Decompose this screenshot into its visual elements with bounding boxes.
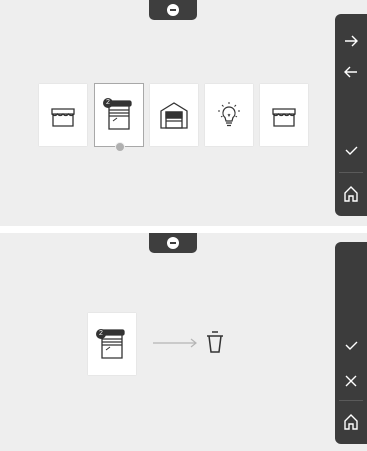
check-icon xyxy=(345,341,358,350)
arrow-left-icon xyxy=(344,66,357,78)
collapse-tab[interactable] xyxy=(149,0,197,20)
garage-door-icon xyxy=(160,102,188,129)
selection-indicator xyxy=(115,142,125,152)
delete-confirm-panel xyxy=(0,233,367,451)
device-group-badge: 2 xyxy=(103,98,113,108)
awning-icon xyxy=(272,108,296,127)
next-button[interactable] xyxy=(335,26,367,56)
confirm-button[interactable] xyxy=(335,135,367,165)
collapse-tab[interactable] xyxy=(149,233,197,253)
device-card-light[interactable] xyxy=(205,84,253,146)
home-icon xyxy=(344,186,358,202)
minus-icon xyxy=(167,4,179,16)
device-select-panel: 2 xyxy=(0,0,367,226)
device-card-awning[interactable] xyxy=(39,84,87,146)
light-bulb-icon xyxy=(218,102,240,127)
home-button[interactable] xyxy=(335,179,367,209)
sidebar-divider xyxy=(339,400,363,401)
awning-icon xyxy=(51,108,75,127)
check-icon xyxy=(345,146,358,155)
home-icon xyxy=(344,414,358,430)
cancel-button[interactable] xyxy=(335,366,367,396)
device-card-roller-shutter[interactable]: 2 xyxy=(94,83,144,147)
arrow-right-icon xyxy=(153,338,197,348)
device-card-garage-door[interactable] xyxy=(150,84,198,146)
minus-icon xyxy=(167,237,179,249)
home-button[interactable] xyxy=(335,407,367,437)
trash-icon[interactable] xyxy=(204,329,226,355)
confirm-button[interactable] xyxy=(335,330,367,360)
device-group-badge: 2 xyxy=(96,329,106,339)
back-button[interactable] xyxy=(335,57,367,87)
close-icon xyxy=(345,375,357,387)
device-card-awning[interactable] xyxy=(260,84,308,146)
action-sidebar xyxy=(335,242,367,444)
sidebar-divider xyxy=(339,172,363,173)
device-card-roller-shutter: 2 xyxy=(88,313,136,375)
action-sidebar xyxy=(335,14,367,216)
arrow-right-icon xyxy=(345,35,358,47)
